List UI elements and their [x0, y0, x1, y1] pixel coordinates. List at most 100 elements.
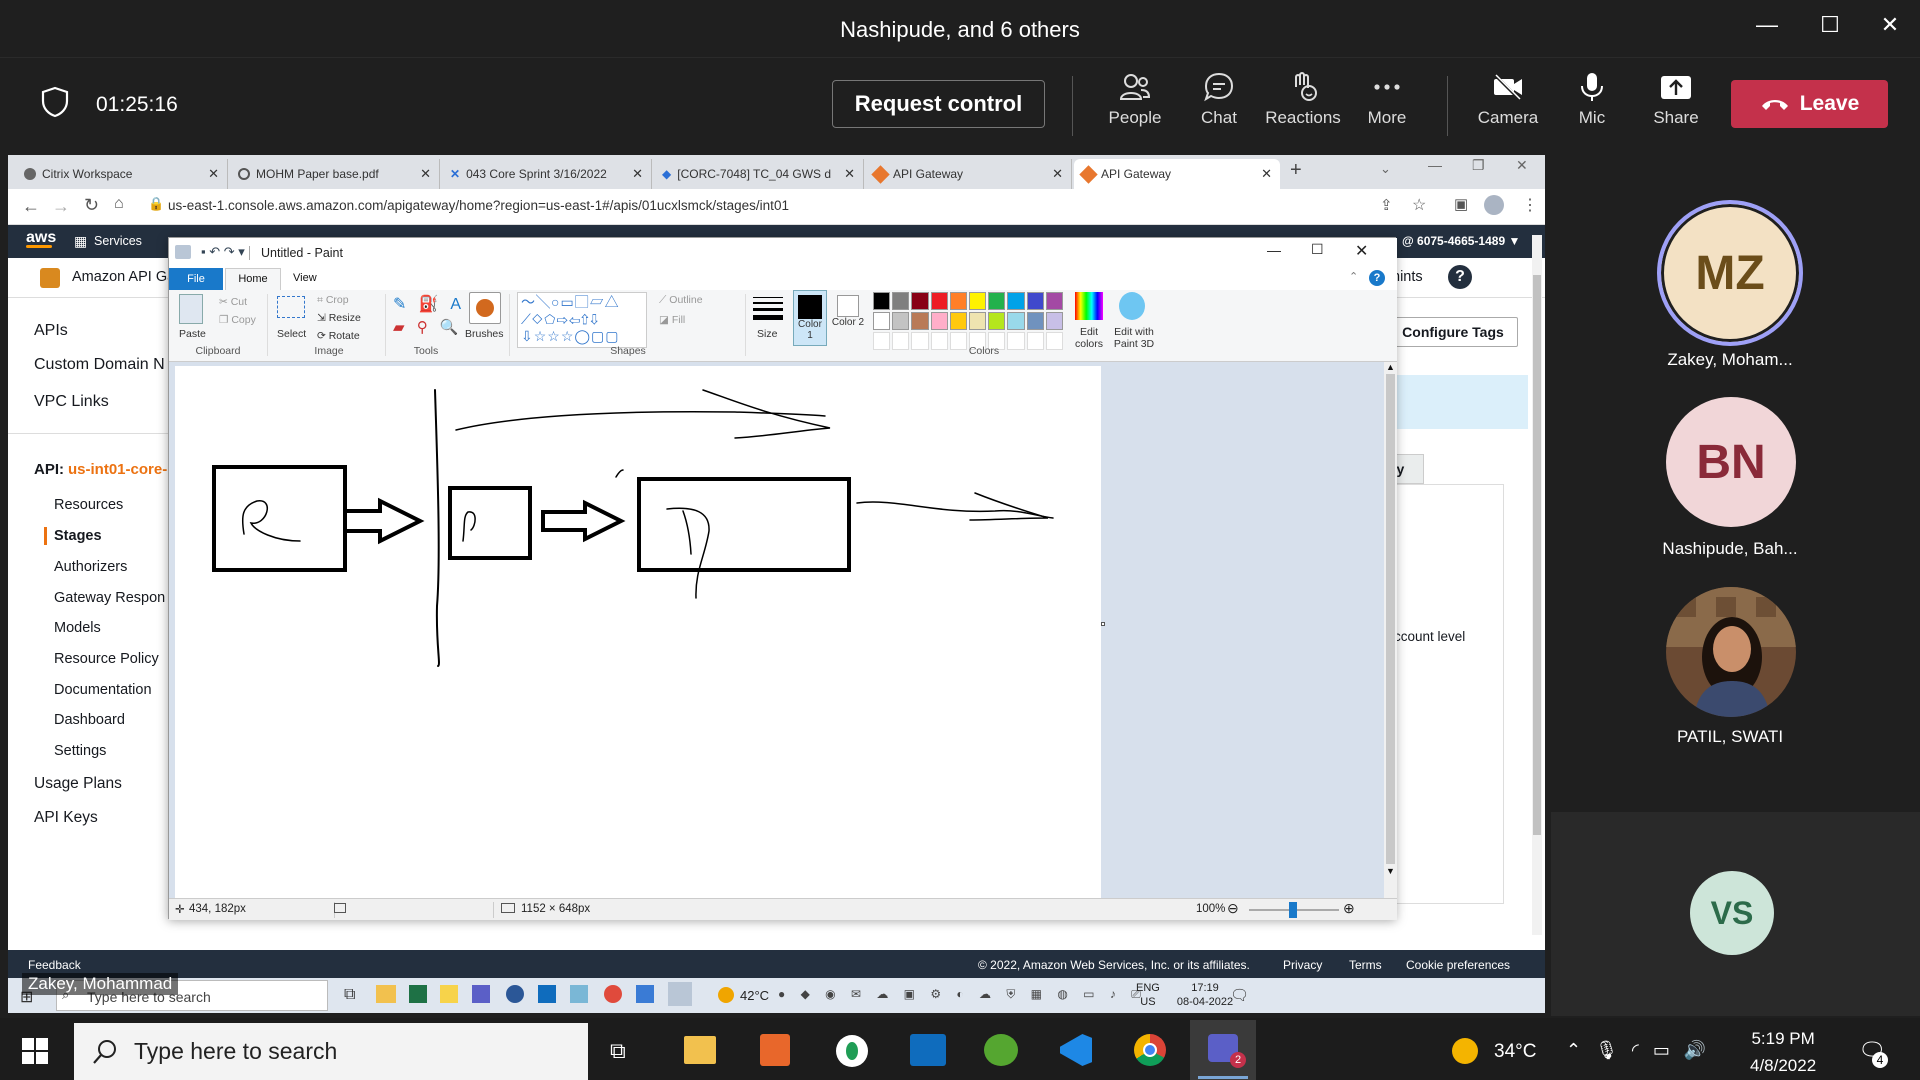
zoom-slider-thumb[interactable]: [1289, 902, 1297, 918]
input-language[interactable]: ENG US: [1136, 981, 1160, 1009]
copy-button[interactable]: ❐ Copy: [219, 314, 256, 326]
brush-icon[interactable]: [469, 292, 501, 324]
rotate-button[interactable]: ⟳ Rotate: [317, 330, 360, 342]
chat-button[interactable]: Chat: [1177, 72, 1261, 128]
participant-avatar-mz[interactable]: MZ: [1657, 200, 1803, 346]
edit-colors-button[interactable]: Edit colors: [1069, 326, 1109, 350]
select-button[interactable]: Select: [277, 328, 306, 340]
new-tab-button[interactable]: +: [1290, 159, 1302, 182]
select-icon[interactable]: [277, 296, 305, 318]
help-icon[interactable]: ?: [1448, 265, 1472, 289]
crop-button[interactable]: ⌗ Crop: [317, 294, 349, 307]
canvas-scrollbar[interactable]: ▲ ▼: [1384, 362, 1397, 898]
paint-help-icon[interactable]: ?: [1369, 270, 1385, 286]
file-explorer-icon[interactable]: [376, 985, 396, 1003]
chrome-icon[interactable]: [1134, 1034, 1166, 1066]
size-button[interactable]: Size: [757, 328, 777, 340]
close-button[interactable]: ✕: [1870, 12, 1910, 42]
drawing-canvas[interactable]: [175, 366, 1101, 898]
taskbar-clock[interactable]: 5:19 PM 4/8/2022: [1750, 1025, 1816, 1079]
close-tab-icon[interactable]: ✕: [1261, 166, 1272, 182]
size-icon[interactable]: [753, 294, 783, 320]
configure-tags-button[interactable]: Configure Tags: [1388, 317, 1518, 347]
color2-button[interactable]: Color 2: [831, 290, 865, 346]
color-swatch[interactable]: [892, 292, 910, 310]
paint-maximize-button[interactable]: ☐: [1311, 241, 1324, 258]
color-swatch[interactable]: [1045, 312, 1064, 330]
zoom-in-button[interactable]: ⊕: [1343, 900, 1355, 917]
paint-icon[interactable]: [668, 982, 692, 1006]
color-swatch[interactable]: [1007, 312, 1025, 330]
color-swatch[interactable]: [930, 292, 948, 310]
browser-tab[interactable]: Citrix Workspace ✕: [16, 159, 228, 189]
task-view-icon[interactable]: ⧉: [610, 1038, 626, 1064]
grid-icon[interactable]: ▦: [74, 233, 87, 250]
scrollbar-thumb[interactable]: [1533, 275, 1541, 835]
nav-apis[interactable]: APIs: [34, 322, 68, 340]
share-button[interactable]: Share: [1634, 72, 1718, 128]
nav-custom-domain[interactable]: Custom Domain N: [34, 356, 165, 374]
brushes-button[interactable]: Brushes: [465, 328, 504, 340]
terms-link[interactable]: Terms: [1349, 958, 1382, 972]
eraser-picker-magnifier[interactable]: ▰ ⚲ 🔍: [393, 318, 463, 336]
nav-settings[interactable]: Settings: [54, 743, 106, 759]
tools-palette[interactable]: ✎ ⛽ A: [393, 294, 465, 314]
browser-tab-active[interactable]: API Gateway ✕: [1074, 159, 1280, 189]
app-icon[interactable]: [760, 1034, 790, 1066]
maximize-button[interactable]: ☐: [1810, 12, 1850, 42]
home-icon[interactable]: ⌂: [114, 195, 124, 213]
browser-tab[interactable]: MOHM Paper base.pdf ✕: [230, 159, 440, 189]
color-swatch[interactable]: [949, 312, 968, 330]
account-menu[interactable]: @ 6075-4665-1489 ▼: [1402, 234, 1520, 248]
paint3d-button[interactable]: Edit with Paint 3D: [1111, 326, 1157, 350]
view-tab[interactable]: View: [293, 272, 317, 284]
color-swatch[interactable]: [892, 312, 910, 330]
page-scrollbar[interactable]: [1532, 235, 1542, 935]
color-swatch[interactable]: [988, 312, 1006, 330]
people-button[interactable]: People: [1093, 72, 1177, 128]
browser-tab[interactable]: ✕ 043 Core Sprint 3/16/2022 ✕: [442, 159, 652, 189]
reload-icon[interactable]: ↻: [84, 195, 99, 216]
fill-dropdown[interactable]: ◪ Fill: [659, 314, 685, 326]
minimize-button[interactable]: —: [1428, 157, 1442, 173]
browser-tab[interactable]: API Gateway ✕: [866, 159, 1072, 189]
participant-avatar-bn[interactable]: BN: [1666, 397, 1796, 527]
color-swatch[interactable]: [1026, 292, 1044, 310]
outline-dropdown[interactable]: ⟋ Outline: [659, 294, 703, 307]
nav-documentation[interactable]: Documentation: [54, 682, 152, 698]
notification-icon[interactable]: 🗨: [1230, 986, 1249, 1004]
close-tab-icon[interactable]: ✕: [632, 166, 643, 182]
notepad-icon[interactable]: [570, 985, 588, 1003]
paste-icon[interactable]: [179, 294, 203, 324]
color-swatch[interactable]: [930, 312, 948, 330]
color-swatch[interactable]: [1007, 292, 1025, 310]
nav-models[interactable]: Models: [54, 620, 101, 636]
paint3d-icon[interactable]: [1119, 292, 1145, 320]
sticky-notes-icon[interactable]: [440, 985, 458, 1003]
share-page-icon[interactable]: ⇪: [1380, 196, 1393, 214]
file-menu[interactable]: File: [169, 268, 223, 290]
color-swatch[interactable]: [969, 312, 987, 330]
windows-start-icon[interactable]: [22, 1038, 48, 1069]
browser-tab[interactable]: ◆ [CORC-7048] TC_04 GWS d ✕: [654, 159, 864, 189]
quick-access-toolbar[interactable]: ▪ ↶ ↷ ▾: [201, 244, 245, 260]
scroll-up-icon[interactable]: ▲: [1384, 362, 1397, 372]
cookie-preferences-link[interactable]: Cookie preferences: [1406, 958, 1510, 972]
color-swatch[interactable]: [911, 292, 929, 310]
api-name[interactable]: us-int01-core-: [68, 461, 167, 478]
remote-clock[interactable]: 17:19 08-04-2022: [1172, 981, 1238, 1009]
forward-icon[interactable]: →: [52, 196, 70, 217]
scrollbar-thumb[interactable]: [1386, 374, 1395, 864]
canvas-resize-handle[interactable]: [1101, 622, 1105, 626]
excel-icon[interactable]: [409, 985, 427, 1003]
services-menu[interactable]: Services: [94, 234, 142, 248]
remote-desktop-icon[interactable]: [636, 985, 654, 1003]
outlook-icon[interactable]: [538, 985, 556, 1003]
tab-search-icon[interactable]: ⌄: [1380, 161, 1391, 177]
mic-button[interactable]: Mic: [1550, 72, 1634, 128]
minimize-button[interactable]: —: [1747, 12, 1787, 42]
color-palette[interactable]: [873, 292, 1064, 352]
close-tab-icon[interactable]: ✕: [208, 166, 219, 182]
color-swatch[interactable]: [1026, 312, 1044, 330]
outlook-icon[interactable]: [910, 1034, 946, 1066]
